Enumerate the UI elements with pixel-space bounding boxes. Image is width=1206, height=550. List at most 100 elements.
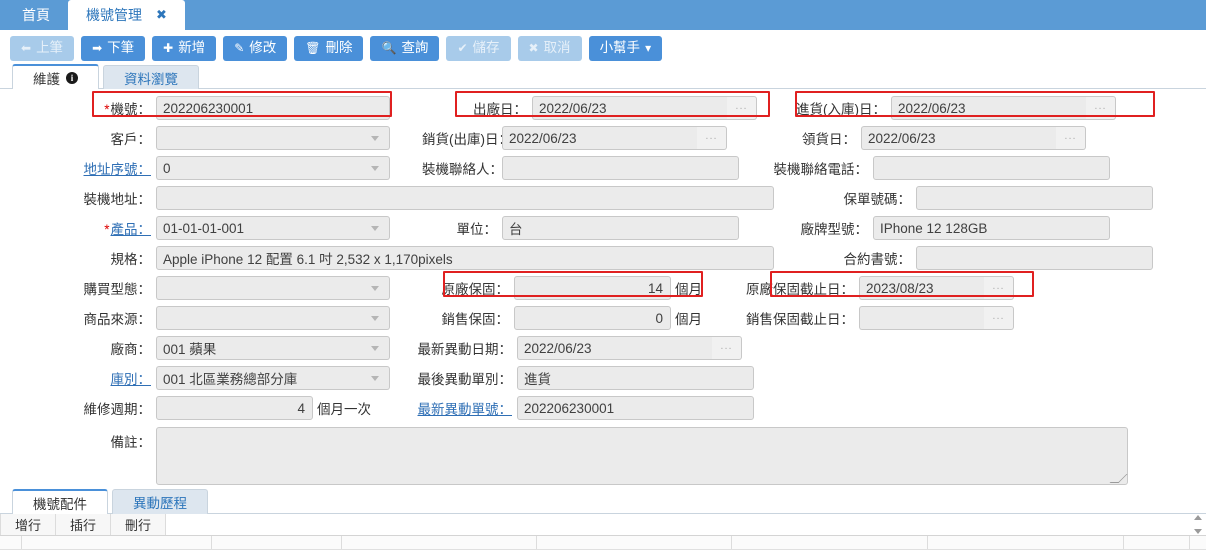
scroll-down-arrow-icon[interactable] bbox=[1194, 529, 1202, 534]
last-change-date-picker-button[interactable]: ... bbox=[712, 336, 742, 360]
install-contact-label: 裝機聯絡人： bbox=[422, 162, 503, 177]
sale-out-date-input[interactable]: 2022/06/23 bbox=[502, 126, 697, 150]
add-label: 新增 bbox=[178, 40, 206, 56]
grid-col-2 bbox=[212, 536, 342, 549]
form-row-1: *機號： 202206230001 出廠日： 2022/06/23 ... 進貨… bbox=[0, 93, 1206, 123]
factory-warranty-end-picker-button[interactable]: ... bbox=[984, 276, 1014, 300]
last-change-no-link[interactable]: 最新異動單號： bbox=[418, 402, 513, 417]
contract-no-input[interactable] bbox=[916, 246, 1153, 270]
edit-button[interactable]: ✎ 修改 bbox=[223, 35, 288, 61]
cancel-button[interactable]: ✖ 取消 bbox=[517, 35, 582, 61]
vendor-input[interactable]: 001 蘋果 bbox=[156, 336, 360, 360]
purchase-type-input[interactable] bbox=[156, 276, 360, 300]
stock-in-date-input[interactable]: 2022/06/23 bbox=[891, 96, 1086, 120]
tab-home[interactable]: 首頁 bbox=[4, 0, 68, 30]
tab-maintenance[interactable]: 維護 i bbox=[12, 64, 99, 89]
arrow-left-icon: ⬅ bbox=[21, 41, 32, 55]
factory-warranty-end-label: 原廠保固截止日： bbox=[746, 282, 854, 297]
warehouse-dropdown-arrow-icon[interactable] bbox=[360, 366, 390, 390]
assistant-button[interactable]: 小幫手 ▾ bbox=[588, 35, 663, 61]
grid-col-select bbox=[0, 536, 22, 549]
product-source-input[interactable] bbox=[156, 306, 360, 330]
stock-in-date-label: 進貨(入庫)日： bbox=[796, 102, 886, 117]
bottom-tab-strip: 機號配件 異動歷程 bbox=[0, 488, 1206, 514]
install-phone-label: 裝機聯絡電話： bbox=[773, 162, 869, 177]
factory-warranty-end-input[interactable]: 2023/08/23 bbox=[859, 276, 984, 300]
pickup-date-picker-button[interactable]: ... bbox=[1056, 126, 1086, 150]
next-record-button[interactable]: ➡ 下筆 bbox=[81, 35, 146, 61]
sales-warranty-end-picker-button[interactable]: ... bbox=[984, 306, 1014, 330]
customer-dropdown-arrow-icon[interactable] bbox=[360, 126, 390, 150]
purchase-type-dropdown-arrow-icon[interactable] bbox=[360, 276, 390, 300]
product-dropdown-arrow-icon[interactable] bbox=[360, 216, 390, 240]
maint-cycle-input[interactable]: 4 bbox=[156, 396, 313, 420]
factory-warranty-input[interactable]: 14 bbox=[514, 276, 671, 300]
product-source-dropdown-arrow-icon[interactable] bbox=[360, 306, 390, 330]
scroll-up-arrow-icon[interactable] bbox=[1194, 515, 1202, 520]
machine-no-input[interactable]: 202206230001 bbox=[156, 96, 390, 120]
install-contact-input[interactable] bbox=[502, 156, 739, 180]
insert-row-button[interactable]: 插行 bbox=[56, 514, 112, 535]
grid-col-5 bbox=[732, 536, 928, 549]
form-subtab-strip: 維護 i 資料瀏覽 bbox=[0, 64, 1206, 89]
tab-machine-management[interactable]: 機號管理 ✖ bbox=[68, 0, 185, 30]
grid-scrollbar[interactable] bbox=[1190, 514, 1206, 535]
grid-col-4 bbox=[537, 536, 732, 549]
form-row-8: 商品來源： 銷售保固： 0 個月 銷售保固截止日： ... bbox=[0, 303, 1206, 333]
delete-row-button[interactable]: 刪行 bbox=[111, 514, 167, 535]
sales-warranty-end-input[interactable] bbox=[859, 306, 984, 330]
search-icon: 🔍 bbox=[381, 41, 397, 55]
install-phone-input[interactable] bbox=[873, 156, 1110, 180]
maint-cycle-suffix: 個月一次 bbox=[317, 402, 371, 417]
main-toolbar: ⬅ 上筆 ➡ 下筆 ✚ 新增 ✎ 修改 🗑 刪除 🔍 查詢 ✔ 儲存 ✖ 取消 … bbox=[0, 30, 1206, 64]
address-seq-input[interactable]: 0 bbox=[156, 156, 360, 180]
grid-action-bar-filler bbox=[166, 514, 1190, 535]
search-button[interactable]: 🔍 查詢 bbox=[370, 35, 440, 61]
mfg-date-label: 出廠日： bbox=[473, 102, 527, 117]
sale-out-date-picker-button[interactable]: ... bbox=[697, 126, 727, 150]
contract-no-label: 合約書號： bbox=[843, 252, 912, 267]
mfg-date-input[interactable]: 2022/06/23 bbox=[532, 96, 727, 120]
assistant-label: 小幫手 bbox=[599, 40, 641, 56]
save-button[interactable]: ✔ 儲存 bbox=[446, 35, 511, 61]
tab-change-history[interactable]: 異動歷程 bbox=[112, 489, 208, 514]
remarks-textarea[interactable] bbox=[156, 427, 1128, 485]
last-change-type-input[interactable]: 進貨 bbox=[517, 366, 754, 390]
tab-data-browse[interactable]: 資料瀏覽 bbox=[103, 65, 199, 89]
add-button[interactable]: ✚ 新增 bbox=[152, 35, 217, 61]
brand-model-input[interactable]: IPhone 12 128GB bbox=[873, 216, 1110, 240]
warehouse-label: 庫別： bbox=[0, 368, 156, 388]
mfg-date-picker-button[interactable]: ... bbox=[727, 96, 757, 120]
vendor-dropdown-arrow-icon[interactable] bbox=[360, 336, 390, 360]
warehouse-link[interactable]: 庫別： bbox=[111, 372, 152, 387]
tab-change-history-label: 異動歷程 bbox=[133, 496, 187, 511]
delete-label: 刪除 bbox=[325, 40, 353, 56]
stock-in-date-picker-button[interactable]: ... bbox=[1086, 96, 1116, 120]
install-address-input[interactable] bbox=[156, 186, 774, 210]
policy-no-input[interactable] bbox=[916, 186, 1153, 210]
delete-button[interactable]: 🗑 刪除 bbox=[294, 35, 364, 61]
prev-record-button[interactable]: ⬅ 上筆 bbox=[10, 35, 75, 61]
spec-input[interactable]: Apple iPhone 12 配置 6.1 吋 2,532 x 1,170pi… bbox=[156, 246, 774, 270]
close-x-icon[interactable]: ✖ bbox=[156, 7, 167, 23]
product-label: *產品： bbox=[104, 222, 152, 237]
product-link[interactable]: 產品： bbox=[111, 222, 152, 237]
form-row-12: 備註： bbox=[0, 423, 1206, 487]
sales-warranty-input[interactable]: 0 bbox=[514, 306, 671, 330]
vendor-label: 廠商： bbox=[110, 342, 152, 357]
machine-no-label: *機號： bbox=[104, 102, 151, 117]
grid-col-7 bbox=[1124, 536, 1190, 549]
product-input[interactable]: 01-01-01-001 bbox=[156, 216, 360, 240]
form-row-5: *產品： 01-01-01-001 單位： 台 廠牌型號： IPhone 12 … bbox=[0, 213, 1206, 243]
add-row-button[interactable]: 增行 bbox=[0, 514, 57, 535]
address-seq-link[interactable]: 地址序號： bbox=[84, 162, 152, 177]
form-row-3: 地址序號： 0 裝機聯絡人： 裝機聯絡電話： bbox=[0, 153, 1206, 183]
address-seq-dropdown-arrow-icon[interactable] bbox=[360, 156, 390, 180]
unit-input[interactable]: 台 bbox=[502, 216, 739, 240]
customer-input[interactable] bbox=[156, 126, 360, 150]
tab-machine-accessories[interactable]: 機號配件 bbox=[12, 489, 108, 514]
last-change-date-input[interactable]: 2022/06/23 bbox=[517, 336, 712, 360]
last-change-no-input[interactable]: 202206230001 bbox=[517, 396, 754, 420]
pickup-date-input[interactable]: 2022/06/23 bbox=[861, 126, 1056, 150]
warehouse-input[interactable]: 001 北區業務總部分庫 bbox=[156, 366, 360, 390]
